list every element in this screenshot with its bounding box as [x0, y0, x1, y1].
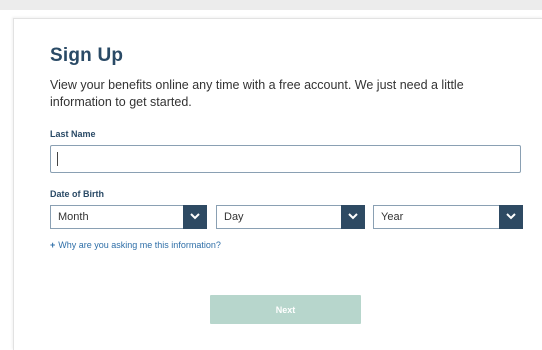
plus-icon: + — [50, 240, 56, 250]
chevron-down-icon — [506, 213, 516, 220]
year-select[interactable]: Year — [373, 205, 523, 229]
intro-text: View your benefits online any time with … — [50, 78, 464, 109]
why-asking-link-text: Why are you asking me this information? — [58, 240, 221, 250]
month-select[interactable]: Month — [50, 205, 207, 229]
dob-label: Date of Birth — [50, 189, 104, 199]
day-select[interactable]: Day — [216, 205, 365, 229]
last-name-field[interactable] — [50, 145, 521, 173]
year-select-value: Year — [381, 211, 404, 223]
day-select-value: Day — [224, 211, 244, 223]
month-dropdown-button[interactable] — [183, 205, 207, 229]
next-button[interactable]: Next — [210, 295, 361, 324]
day-dropdown-button[interactable] — [341, 205, 365, 229]
year-dropdown-button[interactable] — [499, 205, 523, 229]
signup-card: Sign Up View your benefits online any ti… — [13, 18, 542, 350]
chevron-down-icon — [190, 213, 200, 220]
last-name-input[interactable] — [51, 146, 520, 172]
month-select-value: Month — [58, 211, 89, 223]
top-strip — [0, 0, 542, 10]
why-asking-link[interactable]: + Why are you asking me this information? — [50, 240, 221, 250]
last-name-label: Last Name — [50, 129, 96, 139]
chevron-down-icon — [348, 213, 358, 220]
page-title: Sign Up — [50, 45, 124, 66]
